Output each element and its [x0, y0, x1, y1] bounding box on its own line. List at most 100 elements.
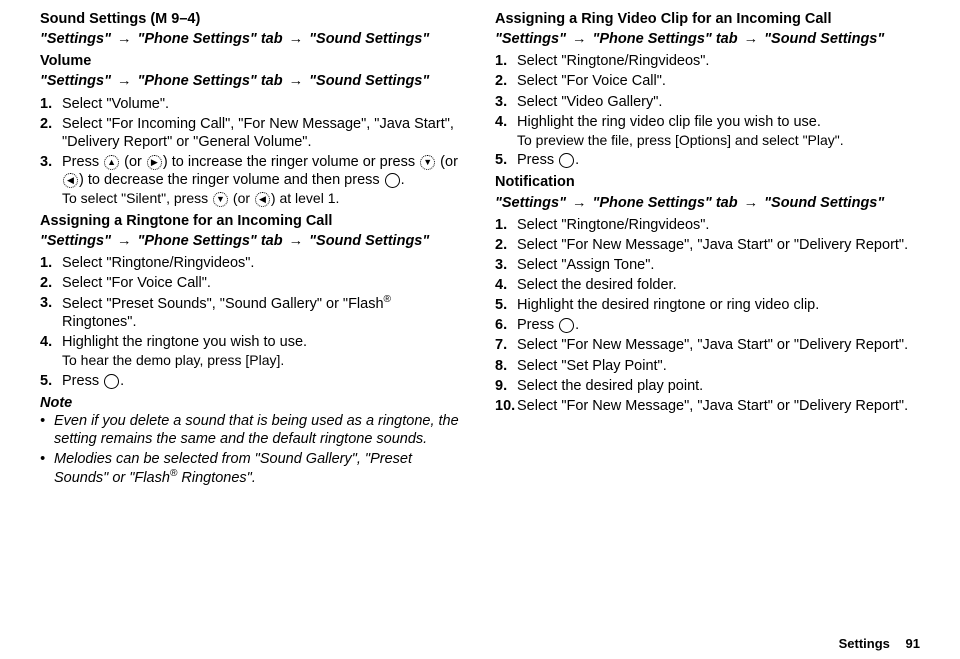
step-subnote: To preview the file, press [Options] and… — [517, 132, 920, 150]
text: ) to increase the ringer volume or press — [163, 154, 419, 170]
step-text: Select "For New Message", "Java Start" o… — [517, 336, 920, 354]
notification-heading: Notification — [495, 173, 920, 191]
path-part: "Phone Settings" tab — [138, 73, 283, 89]
page-footer: Settings 91 — [40, 626, 920, 651]
path-part: "Settings" — [40, 73, 111, 89]
ringtone-path: "Settings" → "Phone Settings" tab → "Sou… — [40, 232, 465, 250]
sound-settings-path: "Settings" → "Phone Settings" tab → "Sou… — [40, 30, 465, 48]
step-number: 3. — [495, 93, 517, 111]
step: 1.Select "Ringtone/Ringvideos". — [495, 52, 920, 70]
step-text: Press ▲ (or ▶) to increase the ringer vo… — [62, 153, 465, 208]
volume-path: "Settings" → "Phone Settings" tab → "Sou… — [40, 72, 465, 90]
text: Highlight the ring video clip file you w… — [517, 114, 821, 130]
left-icon: ◀ — [255, 192, 270, 207]
text: Even if you delete a sound that is being… — [54, 412, 465, 448]
step-text: Select "Volume". — [62, 95, 465, 113]
text: Press — [62, 373, 103, 389]
step-text: Highlight the ringtone you wish to use. … — [62, 333, 465, 370]
step-text: Press . — [517, 151, 920, 169]
note-list: Even if you delete a sound that is being… — [40, 412, 465, 487]
text: . — [120, 373, 124, 389]
step: 4.Highlight the ring video clip file you… — [495, 113, 920, 150]
down-icon: ▼ — [420, 155, 435, 170]
right-column: Assigning a Ring Video Clip for an Incom… — [495, 8, 920, 626]
ringtone-heading: Assigning a Ringtone for an Incoming Cal… — [40, 212, 465, 230]
text: Ringtones". — [177, 470, 256, 486]
step-number: 2. — [495, 236, 517, 254]
step-number: 4. — [495, 276, 517, 294]
page-number: 91 — [906, 636, 920, 651]
ok-icon — [385, 173, 400, 188]
step-text: Highlight the ring video clip file you w… — [517, 113, 920, 150]
path-part: "Phone Settings" tab — [138, 31, 283, 47]
step: 1. Select "Ringtone/Ringvideos". — [40, 254, 465, 272]
step: 3. Press ▲ (or ▶) to increase the ringer… — [40, 153, 465, 208]
step: 7.Select "For New Message", "Java Start"… — [495, 336, 920, 354]
path-part: "Sound Settings" — [764, 31, 884, 47]
step-number: 9. — [495, 377, 517, 395]
text: . — [575, 152, 579, 168]
path-part: "Settings" — [40, 233, 111, 249]
path-part: "Sound Settings" — [309, 233, 429, 249]
arrow-icon: → — [117, 73, 132, 89]
step-number: 3. — [495, 256, 517, 274]
text: ) at level 1. — [271, 190, 339, 206]
step: 10.Select "For New Message", "Java Start… — [495, 397, 920, 415]
arrow-icon: → — [289, 233, 304, 249]
step-number: 1. — [495, 52, 517, 70]
step-text: Select the desired play point. — [517, 377, 920, 395]
registered-mark: ® — [384, 294, 391, 305]
notification-steps: 1.Select "Ringtone/Ringvideos". 2.Select… — [495, 216, 920, 415]
step-number: 2. — [495, 72, 517, 90]
step-text: Press . — [517, 316, 920, 334]
path-part: "Settings" — [495, 195, 566, 211]
step-number: 2. — [40, 274, 62, 292]
arrow-icon: → — [117, 31, 132, 47]
arrow-icon: → — [117, 233, 132, 249]
step-number: 5. — [495, 296, 517, 314]
step-text: Select "For Voice Call". — [62, 274, 465, 292]
step-subnote: To select "Silent", press ▼ (or ◀) at le… — [62, 190, 465, 208]
step-number: 5. — [40, 372, 62, 390]
step-number: 3. — [40, 294, 62, 331]
volume-heading: Volume — [40, 52, 465, 70]
step: 3. Select "Preset Sounds", "Sound Galler… — [40, 294, 465, 331]
text: ) to decrease the ringer volume and then… — [79, 172, 384, 188]
step-number: 4. — [40, 333, 62, 370]
step: 8.Select "Set Play Point". — [495, 357, 920, 375]
step-text: Select "For Voice Call". — [517, 72, 920, 90]
up-icon: ▲ — [104, 155, 119, 170]
text: . — [575, 317, 579, 333]
ringtone-steps: 1. Select "Ringtone/Ringvideos". 2. Sele… — [40, 254, 465, 390]
note-heading: Note — [40, 394, 465, 412]
step: 5.Highlight the desired ringtone or ring… — [495, 296, 920, 314]
path-part: "Sound Settings" — [764, 195, 884, 211]
step-number: 2. — [40, 115, 62, 151]
step-number: 8. — [495, 357, 517, 375]
text: Press — [517, 317, 558, 333]
path-part: "Phone Settings" tab — [138, 233, 283, 249]
text: Melodies can be selected from "Sound Gal… — [54, 450, 465, 487]
text: Press — [62, 154, 103, 170]
step: 4. Highlight the ringtone you wish to us… — [40, 333, 465, 370]
step-number: 3. — [40, 153, 62, 208]
arrow-icon: → — [572, 195, 587, 211]
arrow-icon: → — [289, 73, 304, 89]
left-icon: ◀ — [63, 173, 78, 188]
right-icon: ▶ — [147, 155, 162, 170]
text: . — [401, 172, 405, 188]
text: Press — [517, 152, 558, 168]
volume-steps: 1. Select "Volume". 2. Select "For Incom… — [40, 95, 465, 208]
step-number: 10. — [495, 397, 517, 415]
sound-settings-title: Sound Settings (M 9–4) — [40, 10, 465, 28]
step: 2. Select "For Incoming Call", "For New … — [40, 115, 465, 151]
step-text: Select "Ringtone/Ringvideos". — [517, 52, 920, 70]
step-text: Select "Set Play Point". — [517, 357, 920, 375]
step-text: Press . — [62, 372, 465, 390]
left-column: Sound Settings (M 9–4) "Settings" → "Pho… — [40, 8, 465, 626]
ringvideo-steps: 1.Select "Ringtone/Ringvideos". 2.Select… — [495, 52, 920, 169]
text: (or — [120, 154, 146, 170]
step-text: Highlight the desired ringtone or ring v… — [517, 296, 920, 314]
path-part: "Phone Settings" tab — [593, 195, 738, 211]
step-text: Select "Preset Sounds", "Sound Gallery" … — [62, 294, 465, 331]
